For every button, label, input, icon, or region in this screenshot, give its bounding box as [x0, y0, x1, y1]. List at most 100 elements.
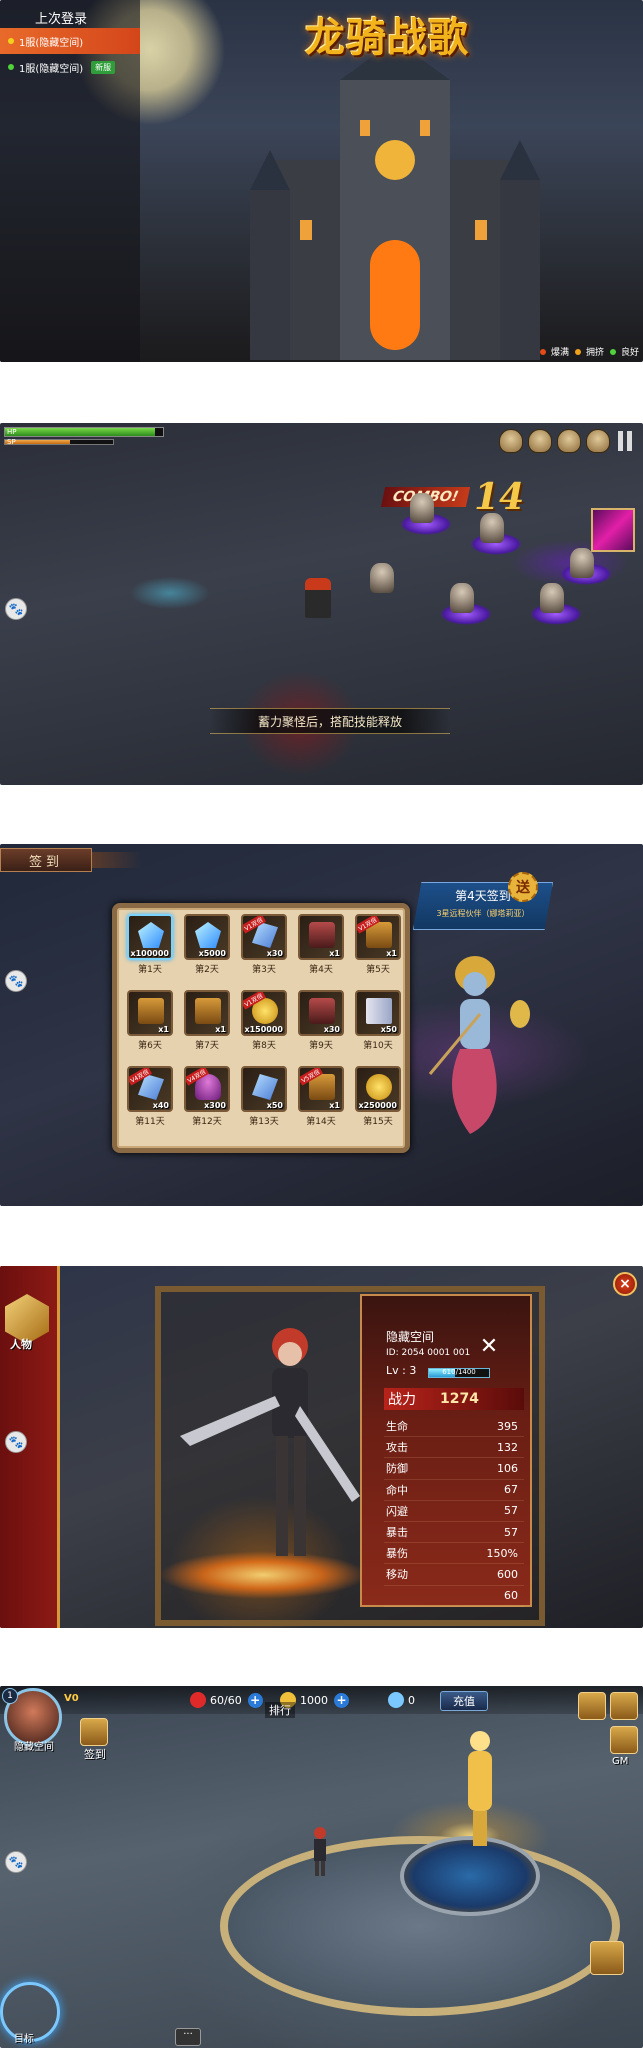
checkin-tab[interactable]: 签到	[0, 848, 92, 872]
reward-day-label: 第6天	[138, 1041, 162, 1051]
reward-day-label: 第5天	[366, 965, 390, 975]
stat-list: 生命 395 攻击 132 防御 106 命中 67 闪避 57 暴击 57 暴伤 150% 移动 600 60	[384, 1416, 524, 1607]
combat-tip: 蓄力聚怪后，搭配技能释放	[210, 708, 450, 734]
crystal-icon	[252, 1074, 278, 1100]
reward-cell[interactable]: x50 第13天	[238, 1066, 290, 1138]
character-tab-label: 人物	[10, 1338, 32, 1351]
paw-menu-button[interactable]: 🐾	[5, 970, 27, 992]
chest-icon	[195, 998, 221, 1024]
paw-menu-button[interactable]: 🐾	[5, 598, 27, 620]
pause-button[interactable]	[615, 429, 635, 453]
stat-row: 60	[384, 1586, 524, 1607]
reward-tile: x250000	[355, 1066, 401, 1112]
stat-name: 暴伤	[386, 1547, 408, 1561]
add-stamina-button[interactable]: +	[247, 1692, 263, 1708]
reward-tile: V4双倍 x40	[127, 1066, 173, 1112]
server-item-selected[interactable]: 1服(隐藏空间)	[0, 28, 140, 54]
chest-icon	[138, 998, 164, 1024]
diamond-value: 0	[408, 1693, 415, 1707]
reward-tile: x5000	[184, 914, 230, 960]
reward-cell[interactable]: V4双倍 x40 第11天	[124, 1066, 176, 1138]
reward-tile: V1双倍 x1	[355, 914, 401, 960]
enemy-skeleton[interactable]	[540, 583, 564, 613]
vip-badge[interactable]: V0	[64, 1693, 79, 1704]
stat-value: 57	[504, 1504, 518, 1518]
enemy-skeleton[interactable]	[450, 583, 474, 613]
reward-count: x1	[386, 949, 397, 958]
reward-cell[interactable]: x100000 第1天	[124, 914, 176, 986]
ranking-button[interactable]: 排行	[265, 1702, 295, 1718]
stamina-resource: 60/60 +	[190, 1691, 263, 1709]
reward-tile: x50	[355, 990, 401, 1036]
reward-tile: x30	[298, 990, 344, 1036]
reward-count: x250000	[358, 1101, 397, 1110]
reward-count: x100000	[130, 949, 169, 958]
reward-cell[interactable]: V4双倍 x300 第12天	[181, 1066, 233, 1138]
diamond-icon	[388, 1692, 404, 1708]
stat-value: 106	[497, 1461, 518, 1475]
reward-tile: V5双倍 x1	[298, 1066, 344, 1112]
enemy-skeleton[interactable]	[370, 563, 394, 593]
reward-tile: x1	[127, 990, 173, 1036]
reward-count: x50	[380, 1025, 397, 1034]
stat-row: 攻击 132	[384, 1437, 524, 1459]
status-dot-icon	[609, 348, 616, 355]
status-dot-icon	[8, 38, 14, 44]
reward-day-label: 第2天	[195, 965, 219, 975]
enemy-skeleton[interactable]	[410, 493, 434, 523]
skill-button[interactable]	[591, 508, 635, 552]
paw-menu-button[interactable]: 🐾	[5, 1851, 27, 1873]
stat-name: 生命	[386, 1420, 408, 1434]
xp-bar: 610/1400	[428, 1368, 490, 1378]
gm-button[interactable]	[610, 1726, 638, 1754]
new-server-badge: 新服	[91, 60, 116, 74]
legend-item-good: 良好	[609, 345, 639, 358]
close-button[interactable]: ×	[613, 1272, 637, 1296]
hp-bar-fill	[5, 428, 156, 436]
reward-count: x1	[329, 1101, 340, 1110]
stats-panel: 隐藏空间 ID: 2054 0001 001 Lv : 3 610/1400 ✕…	[360, 1294, 532, 1607]
checkin-button[interactable]	[80, 1718, 108, 1746]
mail-button[interactable]	[578, 1692, 606, 1720]
add-gold-button[interactable]: +	[334, 1692, 349, 1708]
sp-label: SP	[7, 438, 16, 446]
legend-item-full: 爆满	[539, 345, 569, 358]
reward-cell[interactable]: x5000 第2天	[181, 914, 233, 986]
reward-cell[interactable]: V1双倍 x150000 第8天	[238, 990, 290, 1062]
enemy-skeleton[interactable]	[570, 548, 594, 578]
reward-tile: x50	[241, 1066, 287, 1112]
settings-button[interactable]	[610, 1692, 638, 1720]
stat-row: 防御 106	[384, 1458, 524, 1480]
reward-cell[interactable]: x250000 第15天	[352, 1066, 404, 1138]
stat-value: 395	[497, 1419, 518, 1433]
backpack-button[interactable]	[590, 1941, 624, 1975]
recharge-button[interactable]: 充值	[440, 1691, 488, 1711]
reward-day-label: 第10天	[363, 1041, 393, 1051]
reward-grid: x100000 第1天 x5000 第2天 V1双倍 x30 第3天 x1 第4天 V1双倍 x1 第…	[124, 914, 401, 1138]
reward-cell[interactable]: x50 第10天	[352, 990, 404, 1062]
pet-icon	[309, 998, 335, 1024]
reward-day-label: 第8天	[252, 1041, 276, 1051]
reward-cell[interactable]: V5双倍 x1 第14天	[295, 1066, 347, 1138]
reward-day-label: 第3天	[252, 965, 276, 975]
tab-decoration	[92, 852, 142, 868]
reward-cell[interactable]: x1 第6天	[124, 990, 176, 1062]
stat-value: 67	[504, 1483, 518, 1497]
reward-day-label: 第1天	[138, 965, 162, 975]
reward-cell[interactable]: V1双倍 x30 第3天	[238, 914, 290, 986]
gem-icon	[138, 922, 164, 948]
paw-menu-button[interactable]: 🐾	[5, 1431, 27, 1453]
stat-row: 命中 67	[384, 1480, 524, 1501]
player-character	[314, 1827, 326, 1876]
enemy-skeleton[interactable]	[480, 513, 504, 543]
chat-button[interactable]: ···	[175, 2028, 201, 2046]
reward-cell[interactable]: x1 第4天	[295, 914, 347, 986]
stat-name: 移动	[386, 1568, 408, 1582]
character-model	[180, 1328, 360, 1556]
server-item[interactable]: 1服(隐藏空间) 新服	[0, 54, 140, 80]
reward-cell[interactable]: x1 第7天	[181, 990, 233, 1062]
class-emblem-icon: ✕	[479, 1334, 499, 1359]
heart-icon	[190, 1692, 206, 1708]
reward-cell[interactable]: V1双倍 x1 第5天	[352, 914, 404, 986]
reward-cell[interactable]: x30 第9天	[295, 990, 347, 1062]
